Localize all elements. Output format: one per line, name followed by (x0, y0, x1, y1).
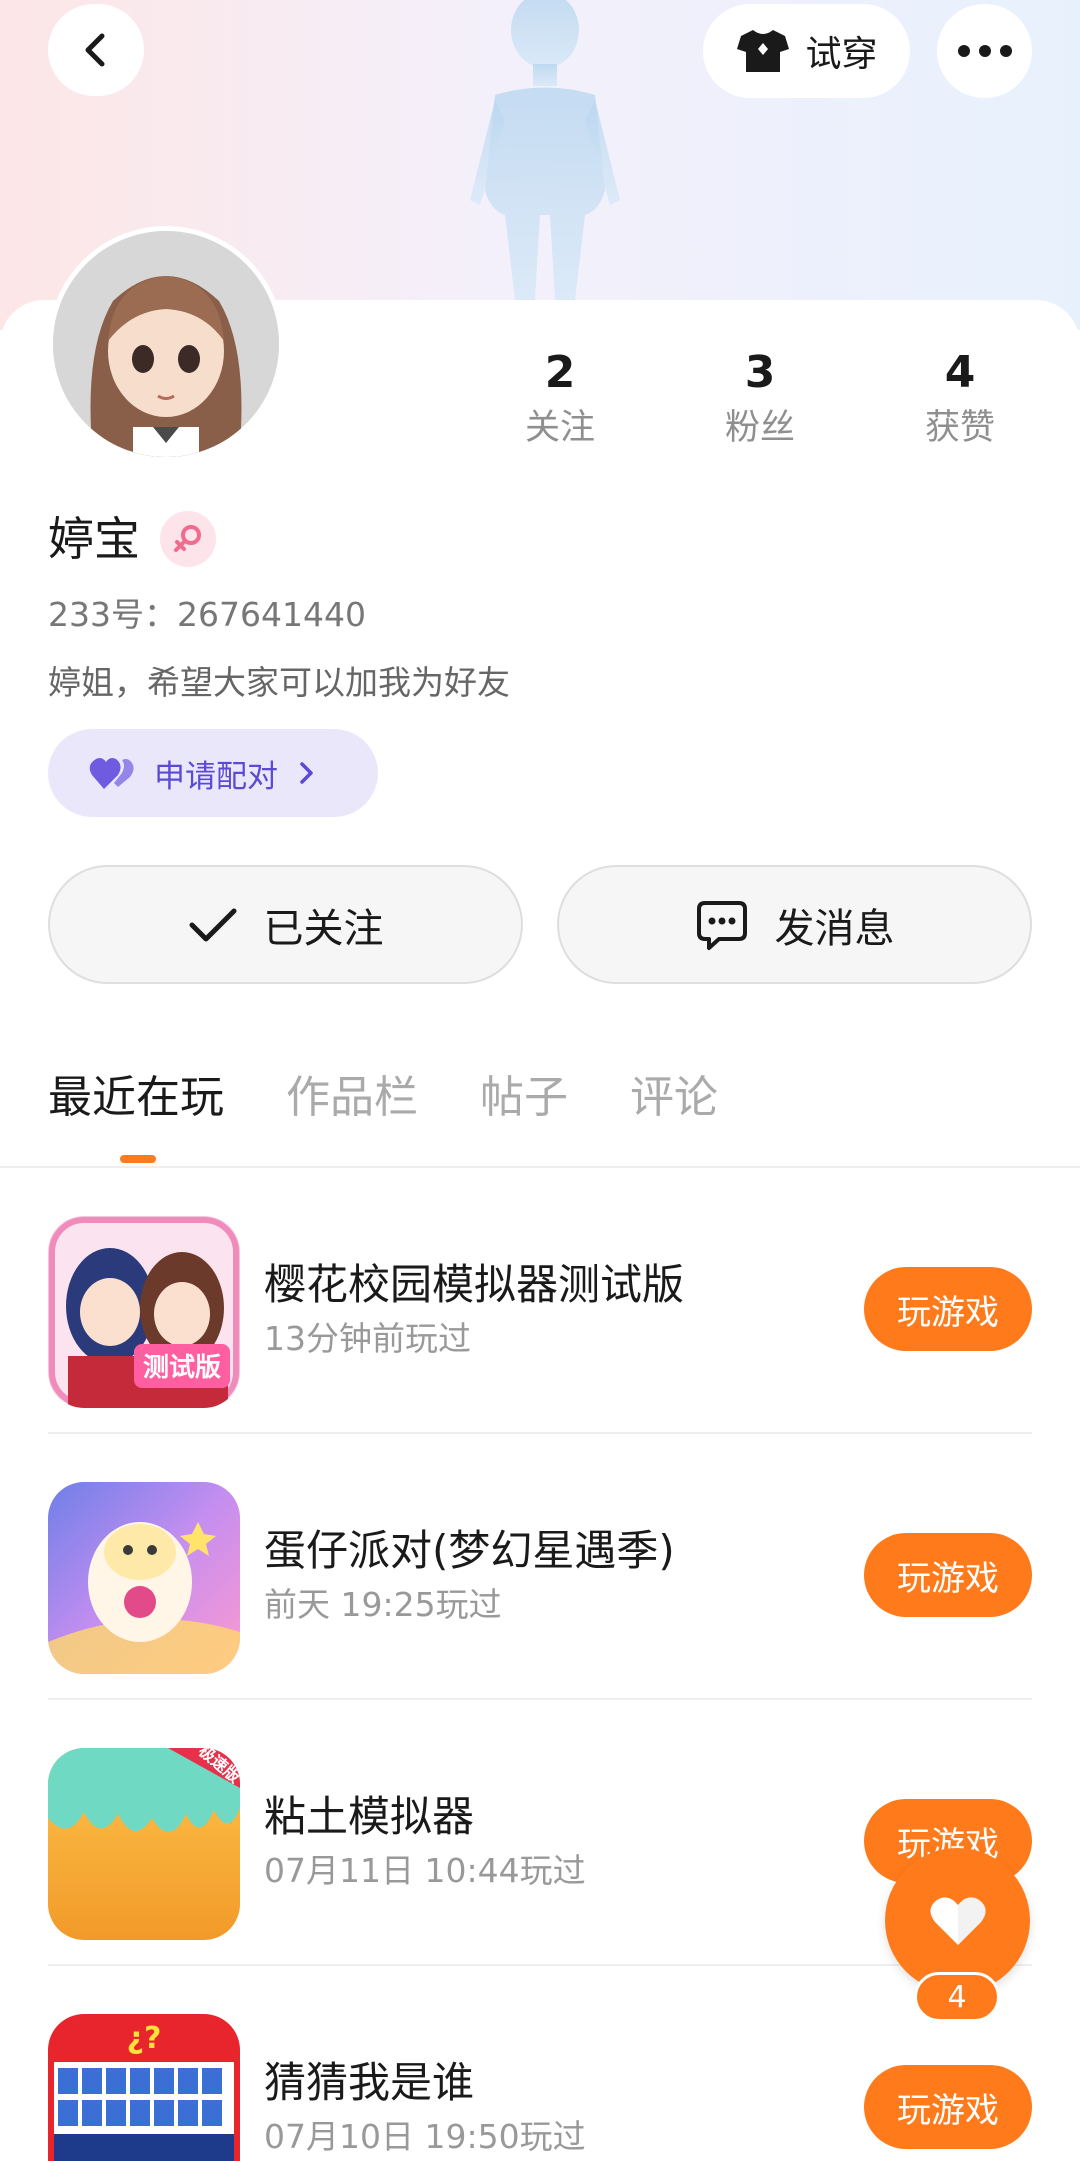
game-icon-eggy-party (48, 1482, 240, 1674)
stat-value: 4 (944, 347, 976, 398)
svg-text:¿?: ¿? (127, 2021, 162, 2056)
checkmark-icon (189, 908, 236, 941)
avatar[interactable] (48, 226, 284, 462)
active-tab-indicator (120, 1155, 156, 1163)
profile-bio: 婷姐，希望大家可以加我为好友 (48, 663, 510, 702)
play-game-button[interactable]: 玩游戏 (864, 1533, 1032, 1617)
stat-value: 2 (544, 347, 576, 398)
game-last-played: 前天 19:25玩过 (264, 1585, 502, 1624)
stat-label: 粉丝 (724, 408, 795, 448)
game-title: 樱花校园模拟器测试版 (264, 1260, 685, 1309)
list-item[interactable]: 测试版 樱花校园模拟器测试版 13分钟前玩过 玩游戏 (48, 1168, 1032, 1434)
tab-recently-played[interactable]: 最近在玩 (48, 1065, 224, 1131)
game-title: 猜猜我是谁 (264, 2058, 475, 2107)
game-last-played: 13分钟前玩过 (264, 1319, 471, 1358)
more-dots-icon (957, 45, 1012, 57)
game-icon-guess-who: ¿? (48, 2014, 240, 2161)
game-last-played: 07月10日 19:50玩过 (264, 2117, 586, 2156)
user-id: 233号：267641440 (48, 595, 366, 634)
anime-girl-avatar-art (53, 231, 279, 457)
list-item[interactable]: ¿? 猜猜我是谁 07月10日 19:50玩过 玩游戏 (48, 1966, 1032, 2161)
double-heart-icon (89, 758, 134, 789)
stat-value: 3 (744, 347, 776, 398)
profile-name: 婷宝 (48, 512, 140, 566)
game-icon-badge: 测试版 (143, 1353, 221, 1383)
profile-stats: 2 关注 3 粉丝 4 获赞 (480, 345, 1040, 453)
profile-tabs: 最近在玩 作品栏 帖子 评论 (48, 1065, 780, 1131)
avatar-hologram-figure (470, 0, 620, 300)
game-last-played: 07月11日 10:44玩过 (264, 1851, 586, 1890)
female-gender-icon (160, 511, 216, 567)
heart-icon (929, 1896, 986, 1945)
avatar-image (53, 231, 279, 457)
send-message-button[interactable]: 发消息 (557, 865, 1032, 984)
try-on-label: 试穿 (805, 34, 878, 75)
list-item[interactable]: 蛋仔派对(梦幻星遇季) 前天 19:25玩过 玩游戏 (48, 1434, 1032, 1700)
try-on-button[interactable]: 试穿 (703, 4, 910, 98)
recently-played-list: 测试版 樱花校园模拟器测试版 13分钟前玩过 玩游戏 蛋仔派对(梦幻星遇季) 前… (48, 1168, 1032, 2161)
stat-label: 获赞 (924, 408, 995, 448)
followed-label: 已关注 (263, 905, 384, 952)
tab-works[interactable]: 作品栏 (286, 1065, 418, 1131)
chevron-right-icon (300, 762, 313, 784)
game-title: 粘土模拟器 (264, 1792, 475, 1841)
tab-posts[interactable]: 帖子 (480, 1065, 568, 1131)
chevron-left-icon (85, 33, 105, 67)
profile-name-row: 婷宝 (48, 507, 216, 571)
game-icon-clay-simulator: 极速版 (48, 1748, 240, 1940)
stat-label: 关注 (524, 408, 595, 448)
more-options-button[interactable] (937, 4, 1032, 98)
tab-comments[interactable]: 评论 (630, 1065, 718, 1131)
message-label: 发消息 (774, 905, 895, 952)
chat-bubble-icon (696, 900, 747, 950)
stat-following[interactable]: 2 关注 (480, 345, 640, 453)
followed-button[interactable]: 已关注 (48, 865, 523, 984)
game-icon-sakura-school: 测试版 (48, 1216, 240, 1408)
play-game-button[interactable]: 玩游戏 (864, 2065, 1032, 2149)
shirt-icon (737, 30, 790, 72)
request-pairing-button[interactable]: 申请配对 (48, 729, 378, 817)
like-count-badge: 4 (914, 1972, 1000, 2022)
pairing-label: 申请配对 (154, 758, 278, 795)
stat-followers[interactable]: 3 粉丝 (680, 345, 840, 453)
stat-likes[interactable]: 4 获赞 (880, 345, 1040, 453)
game-title: 蛋仔派对(梦幻星遇季) (264, 1526, 675, 1575)
back-button[interactable] (48, 4, 144, 96)
play-game-button[interactable]: 玩游戏 (864, 1267, 1032, 1351)
